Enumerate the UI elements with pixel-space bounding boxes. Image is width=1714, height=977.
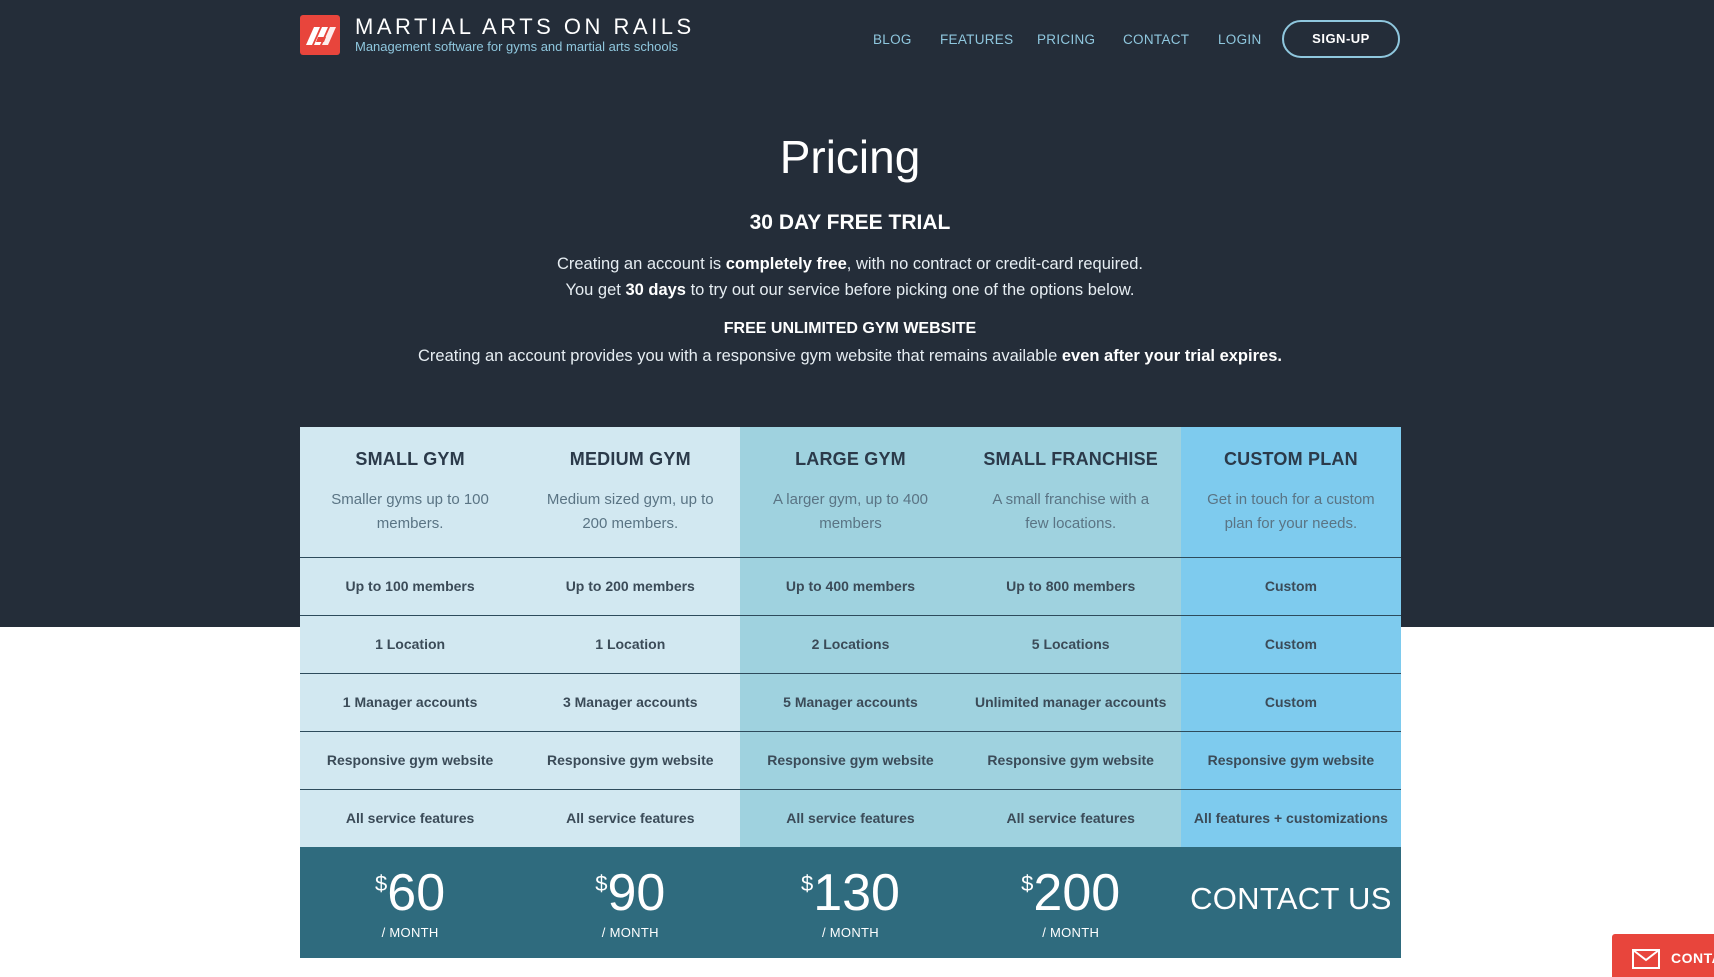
price-small-gym[interactable]: $60 / MONTH bbox=[300, 847, 520, 958]
plan-feature: Responsive gym website bbox=[1180, 731, 1401, 789]
currency-symbol: $ bbox=[595, 871, 608, 896]
intro-text: , with no contract or credit-card requir… bbox=[846, 255, 1144, 273]
currency-symbol: $ bbox=[375, 871, 388, 896]
plan-feature: 5 Locations bbox=[960, 615, 1181, 673]
price-period: / MONTH bbox=[821, 925, 879, 940]
plan-header: LARGE GYM A larger gym, up to 400 member… bbox=[740, 427, 960, 557]
price-custom[interactable]: CONTACT US bbox=[1181, 847, 1401, 958]
nav-pricing[interactable]: PRICING bbox=[1037, 32, 1095, 47]
contact-us-link[interactable]: CONTACT US bbox=[1181, 881, 1401, 917]
intro-emphasis: 30 days bbox=[625, 281, 686, 299]
plan-name: CUSTOM PLAN bbox=[1223, 449, 1358, 469]
plan-header: MEDIUM GYM Medium sized gym, up to 200 m… bbox=[520, 427, 740, 557]
trial-heading: 30 DAY FREE TRIAL bbox=[749, 211, 951, 234]
site-header: MARTIAL ARTS ON RAILS Management softwar… bbox=[0, 0, 1714, 80]
intro-line-1: Creating an account is completely free, … bbox=[0, 255, 1700, 274]
currency-symbol: $ bbox=[800, 871, 814, 896]
price-large-gym[interactable]: $130 / MONTH bbox=[740, 847, 960, 958]
price-amount: $130 bbox=[740, 865, 960, 921]
plan-name: LARGE GYM bbox=[795, 449, 906, 469]
plan-feature: 1 Location bbox=[300, 615, 521, 673]
intro-text: You get bbox=[565, 281, 626, 299]
price-medium-gym[interactable]: $90 / MONTH bbox=[520, 847, 740, 958]
page-title: Pricing bbox=[779, 131, 921, 183]
price-period: / MONTH bbox=[381, 925, 439, 940]
nav-contact[interactable]: CONTACT bbox=[1123, 32, 1189, 47]
plan-header: CUSTOM PLAN Get in touch for a custom pl… bbox=[1181, 427, 1401, 557]
intro-emphasis: even after your trial expires. bbox=[1061, 347, 1282, 365]
signup-button[interactable]: SIGN-UP bbox=[1282, 20, 1400, 58]
plan-feature: Custom bbox=[1180, 557, 1401, 615]
price-value: 130 bbox=[813, 864, 900, 922]
intro-text: Creating an account is bbox=[556, 255, 726, 273]
plan-feature: All features + customizations bbox=[1180, 789, 1401, 847]
mr-logo-icon[interactable] bbox=[300, 15, 340, 55]
price-amount: $60 bbox=[300, 865, 520, 921]
nav-blog[interactable]: BLOG bbox=[873, 32, 912, 47]
website-heading: FREE UNLIMITED GYM WEBSITE bbox=[723, 320, 977, 337]
plan-feature: Responsive gym website bbox=[960, 731, 1181, 789]
plan-name: SMALL FRANCHISE bbox=[983, 449, 1159, 469]
pricing-table: SMALL GYM Smaller gyms up to 100 members… bbox=[300, 427, 1401, 958]
intro-emphasis: completely free bbox=[725, 255, 847, 273]
contact-tab-label: CONTACT bbox=[1671, 950, 1714, 966]
plan-feature: Up to 400 members bbox=[740, 557, 961, 615]
plan-name: SMALL GYM bbox=[355, 449, 465, 469]
plan-description: Medium sized gym, up to 200 members. bbox=[546, 491, 714, 532]
plan-column-large-gym: LARGE GYM A larger gym, up to 400 member… bbox=[740, 427, 961, 847]
plan-feature: All service features bbox=[300, 789, 521, 847]
plan-header: SMALL FRANCHISE A small franchise with a… bbox=[961, 427, 1181, 557]
nav-features[interactable]: FEATURES bbox=[940, 32, 1013, 47]
price-row: $60 / MONTH $90 / MONTH $130 / MONTH $20… bbox=[300, 847, 1401, 958]
mail-icon bbox=[1632, 949, 1660, 969]
plan-feature: 1 Location bbox=[520, 615, 741, 673]
price-small-franchise[interactable]: $200 / MONTH bbox=[961, 847, 1181, 958]
price-period: / MONTH bbox=[1042, 925, 1100, 940]
plan-header: SMALL GYM Smaller gyms up to 100 members… bbox=[300, 427, 520, 557]
plan-description: A small franchise with a few locations. bbox=[992, 491, 1150, 532]
plan-feature: 5 Manager accounts bbox=[740, 673, 961, 731]
nav-login[interactable]: LOGIN bbox=[1218, 32, 1262, 47]
price-period: / MONTH bbox=[601, 925, 659, 940]
plan-description: A larger gym, up to 400 members bbox=[772, 491, 929, 532]
price-value: 200 bbox=[1033, 864, 1121, 922]
plan-description: Get in touch for a custom plan for your … bbox=[1207, 491, 1375, 532]
contact-tab-button[interactable]: CONTACT bbox=[1612, 934, 1714, 977]
intro-line-2: You get 30 days to try out our service b… bbox=[0, 281, 1700, 300]
plan-feature: Responsive gym website bbox=[740, 731, 961, 789]
price-value: 90 bbox=[607, 864, 666, 922]
plan-feature: Custom bbox=[1180, 673, 1401, 731]
plan-feature: Up to 200 members bbox=[520, 557, 741, 615]
plan-feature: 1 Manager accounts bbox=[300, 673, 521, 731]
plan-column-small-franchise: SMALL FRANCHISE A small franchise with a… bbox=[960, 427, 1181, 847]
plan-feature: Unlimited manager accounts bbox=[960, 673, 1181, 731]
plan-feature: Up to 800 members bbox=[960, 557, 1181, 615]
plan-name: MEDIUM GYM bbox=[569, 449, 691, 469]
plan-description: Smaller gyms up to 100 members. bbox=[331, 491, 489, 532]
plan-feature: Responsive gym website bbox=[300, 731, 521, 789]
plan-feature: Up to 100 members bbox=[300, 557, 521, 615]
intro-line-3: Creating an account provides you with a … bbox=[0, 347, 1700, 366]
intro-text: to try out our service before picking on… bbox=[685, 281, 1135, 299]
plan-column-medium-gym: MEDIUM GYM Medium sized gym, up to 200 m… bbox=[520, 427, 741, 847]
plan-column-small-gym: SMALL GYM Smaller gyms up to 100 members… bbox=[300, 427, 521, 847]
plan-feature: Responsive gym website bbox=[520, 731, 741, 789]
plan-feature: All service features bbox=[960, 789, 1181, 847]
brand-subtitle: Management software for gyms and martial… bbox=[355, 39, 678, 54]
plan-feature: All service features bbox=[740, 789, 961, 847]
plan-feature: 2 Locations bbox=[740, 615, 961, 673]
brand-title[interactable]: MARTIAL ARTS ON RAILS bbox=[355, 14, 695, 40]
plan-column-custom: CUSTOM PLAN Get in touch for a custom pl… bbox=[1180, 427, 1401, 847]
plan-feature: Custom bbox=[1180, 615, 1401, 673]
price-amount: $200 bbox=[961, 865, 1181, 921]
plan-feature: 3 Manager accounts bbox=[520, 673, 741, 731]
plan-feature: All service features bbox=[520, 789, 741, 847]
price-value: 60 bbox=[387, 864, 446, 922]
price-amount: $90 bbox=[520, 865, 740, 921]
intro-text: Creating an account provides you with a … bbox=[418, 347, 1062, 365]
currency-symbol: $ bbox=[1021, 871, 1034, 896]
